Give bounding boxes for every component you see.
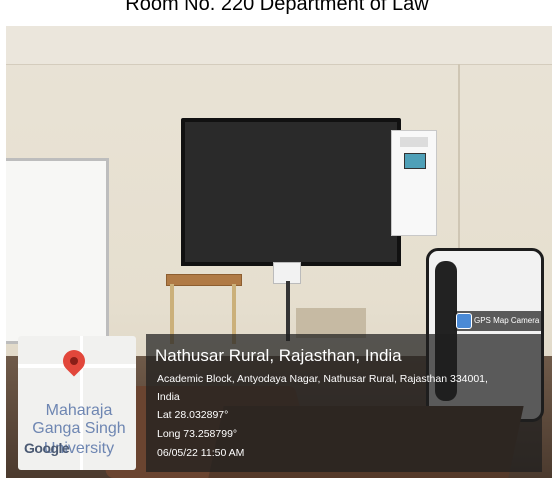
google-logo: Google — [24, 440, 70, 456]
cables — [286, 281, 290, 341]
latitude: Lat 28.032897° — [157, 409, 229, 421]
location-title: Nathusar Rural, Rajasthan, India — [155, 346, 402, 365]
timestamp: 06/05/22 11:50 AM — [157, 447, 245, 459]
side-table — [166, 274, 242, 286]
whiteboard — [6, 158, 109, 344]
wall-control-panel — [391, 130, 437, 236]
gps-badge-label: GPS Map Camera — [474, 316, 540, 325]
location-country: India — [157, 391, 180, 403]
map-place-label: Maharaja — [45, 402, 113, 419]
map-pin-icon — [58, 345, 90, 377]
camera-icon — [456, 313, 472, 329]
photo-caption: Room No. 220 Department of Law — [0, 0, 554, 28]
mini-map: Maharaja Ganga Singh University Google — [18, 336, 136, 470]
gps-map-camera-badge: GPS Map Camera — [454, 311, 542, 331]
photo-frame: Room No. 220 Department of Law GPS Map C… — [0, 0, 554, 478]
wall-display — [181, 118, 401, 266]
longitude: Long 73.258799° — [157, 428, 238, 440]
panel-top — [400, 137, 428, 147]
location-address: Academic Block, Antyodaya Nagar, Nathusa… — [157, 373, 488, 385]
map-place-label: Ganga Singh — [32, 420, 126, 437]
ceiling — [6, 26, 552, 65]
panel-screen — [404, 153, 426, 169]
